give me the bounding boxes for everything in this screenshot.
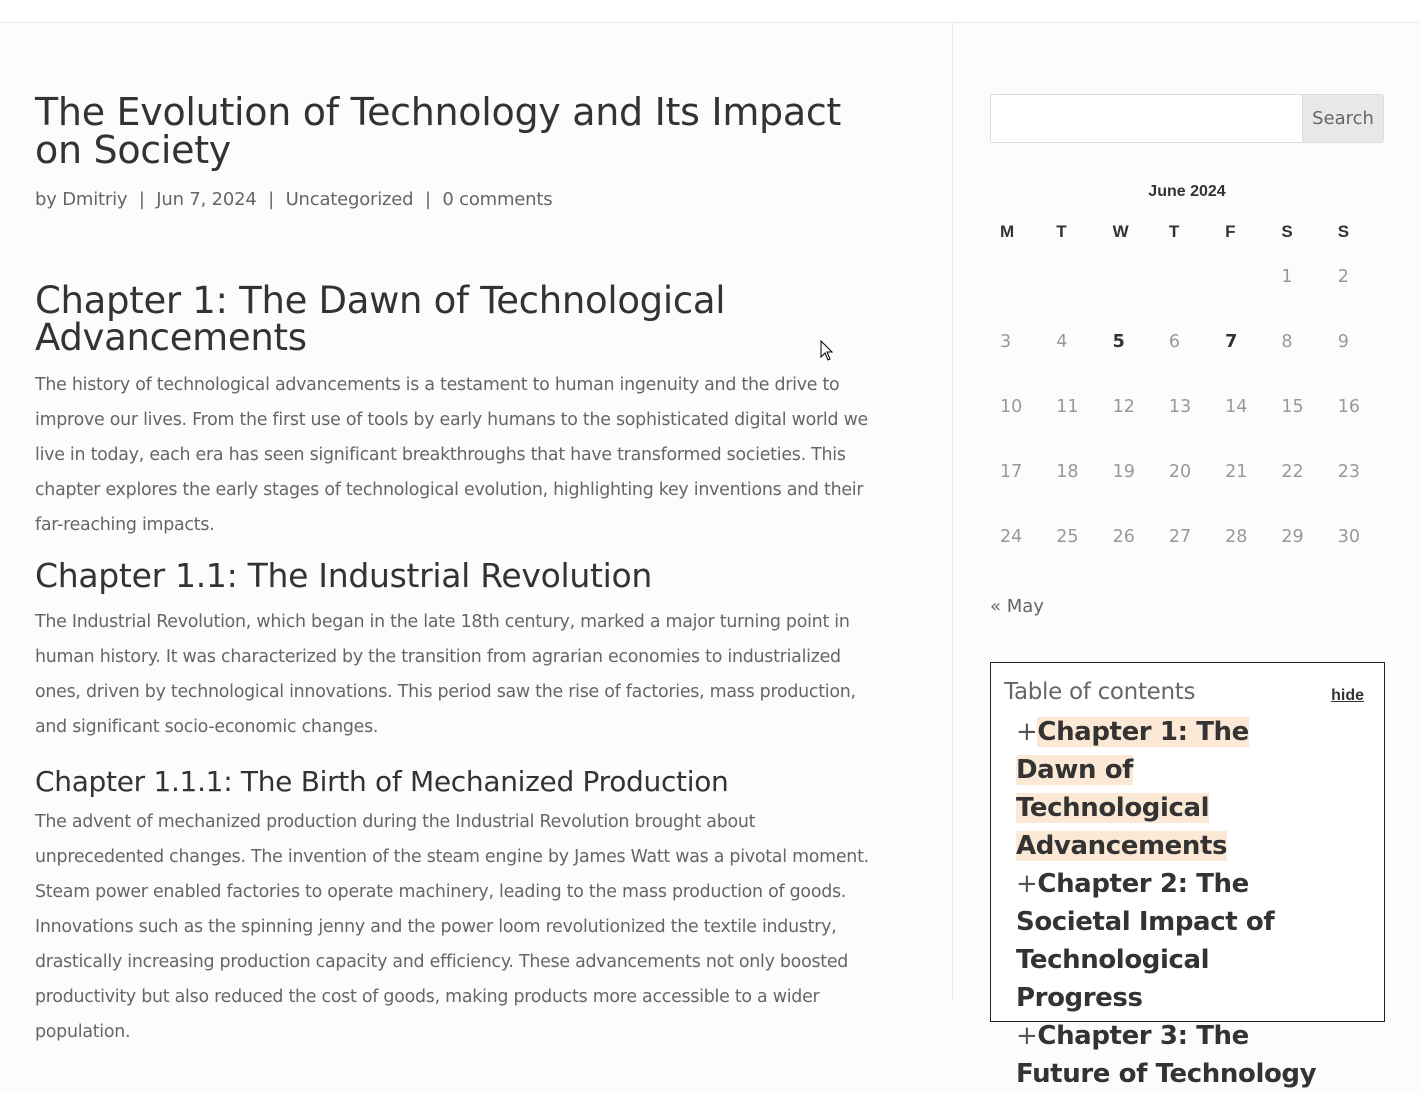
calendar-table: MTWTFSS 1 2 3 4 5 6 7 8 9 10 11 12 13 14 15 16 17 18 19 20 2… xyxy=(990,220,1384,569)
meta-by: by xyxy=(35,189,57,210)
calendar-day: 20 xyxy=(1168,461,1192,482)
meta-separator: | xyxy=(268,189,275,210)
table-of-contents: Table of contents hide +Chapter 1: The D… xyxy=(990,662,1385,1089)
chapter-1-1-1-heading: Chapter 1.1.1: The Birth of Mechanized P… xyxy=(35,765,729,798)
chapter-1-text: The history of technological advancement… xyxy=(35,375,868,535)
calendar-day: 3 xyxy=(1000,331,1012,352)
calendar-day: 21 xyxy=(1225,461,1248,482)
calendar-day: 12 xyxy=(1112,396,1135,417)
calendar-weekday: S xyxy=(1281,222,1293,241)
calendar-weekday: S xyxy=(1337,222,1350,241)
calendar-day: 9 xyxy=(1337,331,1349,352)
toc-item[interactable]: +Chapter 1: The Dawn of Technological Ad… xyxy=(1016,713,1326,865)
calendar-day: 27 xyxy=(1168,526,1192,547)
chapter-1-1-1-text: The advent of mechanized production duri… xyxy=(35,812,869,1042)
search-button[interactable]: Search xyxy=(1302,95,1383,142)
calendar-day: 2 xyxy=(1337,266,1349,287)
calendar-day: 18 xyxy=(1056,461,1079,482)
calendar-day: 6 xyxy=(1168,331,1180,352)
calendar-empty-cell xyxy=(1046,244,1102,309)
calendar-day: 19 xyxy=(1112,461,1135,482)
calendar-day: 25 xyxy=(1056,526,1079,547)
calendar-weekday: T xyxy=(1168,222,1180,241)
post-meta: by Dmitriy | Jun 7, 2024 | Uncategorized… xyxy=(35,189,885,210)
calendar-weekday: M xyxy=(1000,222,1015,241)
plus-icon[interactable]: + xyxy=(1016,717,1038,747)
calendar-day: 16 xyxy=(1337,396,1360,417)
calendar-day: 11 xyxy=(1056,396,1079,417)
calendar-day: 4 xyxy=(1056,331,1068,352)
calendar-week-row: 24 25 26 27 28 29 30 xyxy=(990,504,1384,569)
calendar-week-row: 10 11 12 13 14 15 16 xyxy=(990,374,1384,439)
category-link[interactable]: Uncategorized xyxy=(286,189,414,210)
toc-item[interactable]: +Chapter 2: The Societal Impact of Techn… xyxy=(1016,865,1326,1017)
toc-item-label[interactable]: Chapter 3: The Future of Technology xyxy=(1016,1021,1317,1089)
calendar-weekday: T xyxy=(1056,222,1067,241)
calendar-day: 26 xyxy=(1112,526,1135,547)
calendar-day: 13 xyxy=(1168,396,1192,417)
calendar-day: 15 xyxy=(1281,396,1304,417)
calendar-weekday: F xyxy=(1225,222,1236,241)
chapter-1-heading: Chapter 1: The Dawn of Technological Adv… xyxy=(35,279,726,359)
calendar-day: 28 xyxy=(1225,526,1248,547)
calendar-day: 23 xyxy=(1337,461,1360,482)
calendar-nav: « May xyxy=(990,596,1044,617)
calendar-day: 14 xyxy=(1225,396,1248,417)
calendar-day: 10 xyxy=(1000,396,1023,417)
calendar-day: 24 xyxy=(1000,526,1023,547)
calendar-prev-month-link[interactable]: « May xyxy=(990,596,1044,617)
calendar-widget: June 2024 MTWTFSS 1 2 3 4 5 6 7 8 9 10 11 12 13 14 15 1… xyxy=(990,180,1384,569)
calendar-day-link[interactable]: 7 xyxy=(1215,309,1271,374)
calendar-week-row: 17 18 19 20 21 22 23 xyxy=(990,439,1384,504)
toc-hide-toggle[interactable]: hide xyxy=(1331,687,1364,705)
author-link[interactable]: Dmitriy xyxy=(62,189,127,210)
top-bar xyxy=(0,0,1420,23)
calendar-empty-cell xyxy=(1103,244,1159,309)
calendar-empty-cell xyxy=(1159,244,1215,309)
plus-icon[interactable]: + xyxy=(1016,869,1038,899)
calendar-empty-cell xyxy=(990,244,1046,309)
calendar-day: 1 xyxy=(1281,266,1293,287)
post-content: The Evolution of Technology and Its Impa… xyxy=(35,23,885,1050)
post-date: Jun 7, 2024 xyxy=(156,189,257,210)
mouse-cursor-icon xyxy=(820,340,834,361)
calendar-day: 17 xyxy=(1000,461,1023,482)
post-title: The Evolution of Technology and Its Impa… xyxy=(35,90,842,172)
toc-item[interactable]: +Chapter 3: The Future of Technology xyxy=(1016,1017,1326,1093)
calendar-week-row: 3456789 xyxy=(990,309,1384,374)
calendar-day: 30 xyxy=(1337,526,1360,547)
calendar-week-row: 12 xyxy=(990,244,1384,309)
toc-list: +Chapter 1: The Dawn of Technological Ad… xyxy=(1016,713,1326,1093)
content-sidebar-divider xyxy=(952,23,953,1000)
comments-link[interactable]: 0 comments xyxy=(442,189,552,210)
calendar-weekday: W xyxy=(1112,222,1129,241)
chapter-1-1-text: The Industrial Revolution, which began i… xyxy=(35,612,856,737)
search-input[interactable] xyxy=(991,95,1303,142)
calendar-day: 8 xyxy=(1281,331,1293,352)
plus-icon[interactable]: + xyxy=(1016,1021,1038,1051)
calendar-empty-cell xyxy=(1215,244,1271,309)
chapter-1-1-heading: Chapter 1.1: The Industrial Revolution xyxy=(35,556,653,595)
toc-title: Table of contents xyxy=(1004,679,1196,705)
toc-item-label[interactable]: Chapter 2: The Societal Impact of Techno… xyxy=(1016,869,1275,1013)
calendar-caption: June 2024 xyxy=(1148,183,1226,200)
meta-separator: | xyxy=(138,189,145,210)
toc-item-label[interactable]: Chapter 1: The Dawn of Technological Adv… xyxy=(1016,717,1249,861)
calendar-day-link[interactable]: 5 xyxy=(1103,309,1159,374)
search-form: Search xyxy=(990,94,1384,143)
meta-separator: | xyxy=(424,189,431,210)
calendar-day: 22 xyxy=(1281,461,1304,482)
calendar-day: 29 xyxy=(1281,526,1304,547)
